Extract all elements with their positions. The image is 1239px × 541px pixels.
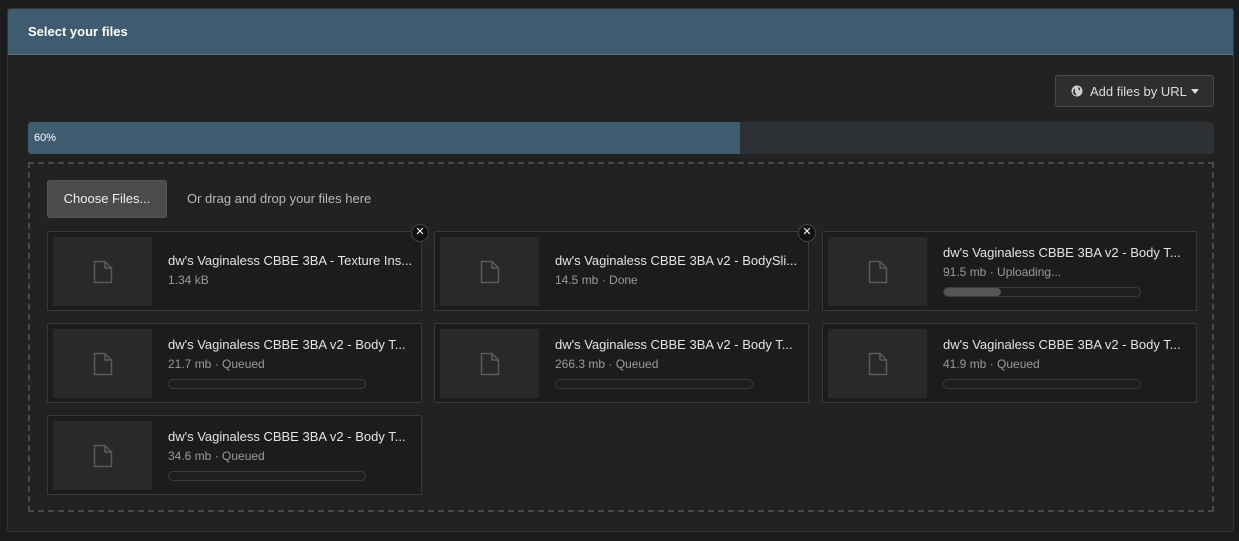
file-name: dw's Vaginaless CBBE 3BA v2 - Body T... bbox=[943, 337, 1181, 352]
file-meta: 266.3 mb · Queued bbox=[555, 357, 659, 371]
file-meta: 1.34 kB bbox=[168, 273, 209, 287]
file-thumbnail bbox=[440, 329, 539, 398]
choose-files-button[interactable]: Choose Files... bbox=[47, 180, 167, 218]
file-icon bbox=[868, 260, 888, 284]
overall-progress-bar: 60% bbox=[28, 122, 1214, 154]
file-name: dw's Vaginaless CBBE 3BA - Texture Ins..… bbox=[168, 253, 413, 268]
file-progress-bar bbox=[168, 471, 366, 481]
file-icon bbox=[93, 352, 113, 376]
file-name: dw's Vaginaless CBBE 3BA v2 - Body T... bbox=[555, 337, 793, 352]
add-files-by-url-label: Add files by URL bbox=[1090, 83, 1187, 99]
file-progress-bar bbox=[555, 379, 753, 389]
file-thumbnail bbox=[53, 237, 152, 306]
file-progress-bar bbox=[168, 379, 366, 389]
file-icon bbox=[93, 444, 113, 468]
file-thumbnail bbox=[828, 237, 927, 306]
file-icon bbox=[93, 260, 113, 284]
file-name: dw's Vaginaless CBBE 3BA v2 - BodySli... bbox=[555, 253, 798, 268]
file-meta: 34.6 mb · Queued bbox=[168, 449, 265, 463]
file-meta: 91.5 mb · Uploading... bbox=[943, 265, 1062, 279]
file-thumbnail bbox=[53, 421, 152, 490]
file-name: dw's Vaginaless CBBE 3BA v2 - Body T... bbox=[168, 337, 406, 352]
file-dropzone[interactable]: Choose Files... Or drag and drop your fi… bbox=[28, 162, 1214, 512]
overall-progress-fill bbox=[28, 122, 740, 154]
file-meta: 41.9 mb · Queued bbox=[943, 357, 1040, 371]
file-name: dw's Vaginaless CBBE 3BA v2 - Body T... bbox=[943, 245, 1181, 260]
file-thumbnail bbox=[53, 329, 152, 398]
file-item: dw's Vaginaless CBBE 3BA v2 - Body T... 3… bbox=[47, 415, 422, 495]
file-item: dw's Vaginaless CBBE 3BA v2 - Body T... 2… bbox=[434, 323, 809, 403]
globe-icon bbox=[1071, 85, 1083, 97]
add-files-by-url-button[interactable]: Add files by URL bbox=[1055, 75, 1214, 107]
file-name: dw's Vaginaless CBBE 3BA v2 - Body T... bbox=[168, 429, 406, 444]
file-item: dw's Vaginaless CBBE 3BA v2 - Body T... 4… bbox=[822, 323, 1197, 403]
file-icon bbox=[868, 352, 888, 376]
overall-progress-label: 60% bbox=[34, 132, 57, 144]
file-thumbnail bbox=[440, 237, 539, 306]
drag-drop-hint: Or drag and drop your files here bbox=[187, 191, 372, 206]
close-icon: ✕ bbox=[415, 226, 425, 238]
file-meta: 21.7 mb · Queued bbox=[168, 357, 265, 371]
remove-file-button[interactable]: ✕ bbox=[798, 224, 816, 242]
file-progress-fill bbox=[944, 288, 1001, 296]
close-icon: ✕ bbox=[802, 226, 812, 238]
file-item: dw's Vaginaless CBBE 3BA - Texture Ins..… bbox=[47, 224, 429, 311]
file-icon bbox=[480, 352, 500, 376]
file-progress-bar bbox=[943, 287, 1141, 297]
file-item: dw's Vaginaless CBBE 3BA v2 - Body T... 2… bbox=[47, 323, 422, 403]
panel-title: Select your files bbox=[8, 9, 1233, 55]
file-thumbnail bbox=[828, 329, 927, 398]
file-progress-bar bbox=[943, 379, 1141, 389]
remove-file-button[interactable]: ✕ bbox=[411, 224, 429, 242]
file-item: dw's Vaginaless CBBE 3BA v2 - Body T... 9… bbox=[822, 231, 1197, 311]
upload-panel: Select your files Add files by URL 60% C… bbox=[7, 8, 1234, 532]
file-item: dw's Vaginaless CBBE 3BA v2 - BodySli...… bbox=[434, 224, 816, 311]
chevron-down-icon bbox=[1190, 89, 1199, 94]
file-meta: 14.5 mb · Done bbox=[555, 273, 638, 287]
file-icon bbox=[480, 260, 500, 284]
